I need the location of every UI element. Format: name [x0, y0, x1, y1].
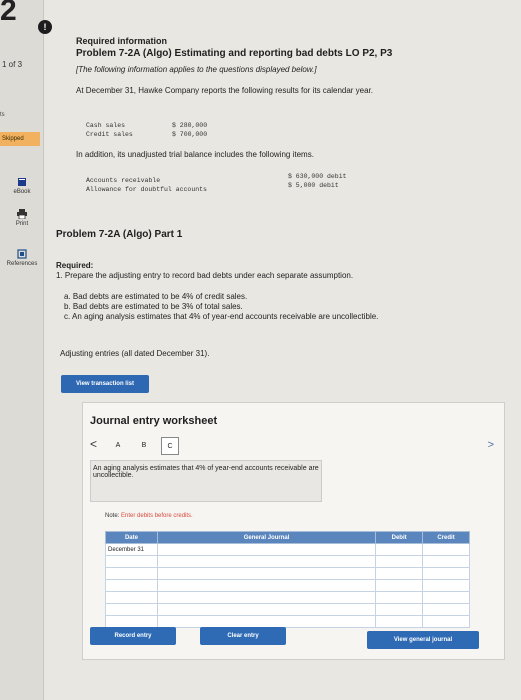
date-cell[interactable]	[105, 603, 158, 616]
note-text: Enter debits before credits.	[121, 513, 193, 519]
tab-c[interactable]: C	[161, 437, 179, 455]
account-cell[interactable]	[156, 579, 377, 592]
list-item: a. Bad debts are estimated to be 4% of c…	[64, 292, 248, 301]
debit-cell[interactable]	[375, 615, 424, 628]
required-information-heading: Required information	[76, 36, 168, 46]
table-row	[105, 615, 470, 628]
tab-a[interactable]: A	[109, 437, 127, 455]
table-row	[105, 555, 470, 568]
column-header-general-journal: General Journal	[156, 531, 377, 544]
debit-cell[interactable]	[375, 555, 424, 568]
trial-balance-value: $ 5,000 debit	[288, 182, 339, 189]
table-row	[105, 567, 470, 580]
worksheet-title: Journal entry worksheet	[90, 415, 218, 427]
date-cell[interactable]	[105, 615, 158, 628]
question-progress: 1 of 3	[2, 60, 23, 69]
sales-value: $ 700,000	[172, 131, 208, 138]
sales-value: $ 280,000	[172, 122, 208, 129]
transaction-description: An aging analysis estimates that 4% of y…	[90, 460, 322, 502]
required-label: Required:	[56, 261, 94, 270]
credit-cell[interactable]	[422, 603, 470, 616]
debit-cell[interactable]	[375, 603, 424, 616]
table-row	[105, 591, 470, 604]
trial-balance-label: Accounts receivable	[86, 177, 161, 184]
intro-text: At December 31, Hawke Company reports th…	[76, 86, 374, 95]
trial-balance-values: $ 630,000 debit $ 5,000 debit	[288, 172, 347, 190]
note-prefix: Note:	[105, 513, 122, 519]
credit-cell[interactable]	[422, 591, 470, 604]
chevron-left-icon[interactable]: <	[90, 437, 97, 451]
points-label: ts	[0, 112, 5, 118]
account-cell[interactable]	[156, 567, 377, 580]
required-text: 1. Prepare the adjusting entry to record…	[56, 271, 354, 280]
debit-cell[interactable]	[375, 579, 424, 592]
journal-table: Date General Journal Debit Credit Decemb…	[105, 531, 470, 628]
credit-cell[interactable]	[422, 555, 470, 568]
tab-b[interactable]: B	[135, 437, 153, 455]
trial-balance-labels: Accounts receivable Allowance for doubtf…	[86, 176, 207, 194]
column-header-credit: Credit	[422, 531, 470, 544]
adjusting-note: Adjusting entries (all dated December 31…	[60, 349, 210, 358]
info-note: [The following information applies to th…	[76, 65, 317, 74]
debit-cell[interactable]	[375, 591, 424, 604]
skipped-badge[interactable]: Skipped	[0, 132, 40, 146]
table-row	[105, 579, 470, 592]
sales-labels: Cash sales Credit sales	[86, 121, 133, 139]
account-cell[interactable]	[156, 603, 377, 616]
view-general-journal-button[interactable]: View general journal	[367, 631, 479, 649]
sales-label: Credit sales	[86, 131, 133, 138]
trial-balance-label: Allowance for doubtful accounts	[86, 186, 207, 193]
sidebar: 2 1 of 3 ts Skipped eBook Print Referenc…	[0, 0, 44, 700]
column-header-debit: Debit	[375, 531, 424, 544]
chevron-right-icon[interactable]: >	[488, 439, 494, 451]
account-cell[interactable]	[156, 615, 377, 628]
date-cell[interactable]	[105, 579, 158, 592]
addition-text: In addition, its unadjusted trial balanc…	[76, 150, 314, 159]
date-cell[interactable]	[105, 567, 158, 580]
credit-cell[interactable]	[422, 579, 470, 592]
assumption-list: a. Bad debts are estimated to be 4% of c…	[64, 292, 378, 322]
references-icon	[17, 249, 27, 259]
sidebar-item-print[interactable]: Print	[0, 209, 44, 227]
sidebar-item-label: Print	[15, 221, 29, 227]
clear-entry-button[interactable]: Clear entry	[200, 627, 286, 645]
print-icon	[17, 209, 27, 219]
sales-label: Cash sales	[86, 122, 126, 129]
credit-cell[interactable]	[422, 567, 470, 580]
date-cell[interactable]	[105, 591, 158, 604]
record-entry-button[interactable]: Record entry	[90, 627, 176, 645]
debit-cell[interactable]	[375, 543, 424, 556]
date-cell[interactable]	[105, 555, 158, 568]
book-icon	[18, 178, 26, 186]
credit-cell[interactable]	[422, 543, 470, 556]
list-item: b. Bad debts are estimated to be 3% of t…	[64, 302, 243, 311]
account-cell[interactable]	[156, 591, 377, 604]
sidebar-item-label: References	[6, 261, 38, 267]
part-title: Problem 7-2A (Algo) Part 1	[56, 229, 183, 240]
trial-balance-value: $ 630,000 debit	[288, 173, 347, 180]
sidebar-item-references[interactable]: References	[0, 249, 44, 267]
table-row	[105, 603, 470, 616]
debit-cell[interactable]	[375, 567, 424, 580]
list-item: c. An aging analysis estimates that 4% o…	[64, 312, 379, 321]
column-header-date: Date	[105, 531, 158, 544]
date-cell[interactable]: December 31	[105, 543, 158, 556]
account-cell[interactable]	[156, 555, 377, 568]
table-row: December 31	[105, 543, 470, 556]
question-number: 2	[0, 0, 17, 27]
sales-values: $ 280,000 $ 700,000	[172, 121, 207, 139]
view-transaction-list-button[interactable]: View transaction list	[61, 375, 149, 393]
problem-title: Problem 7-2A (Algo) Estimating and repor…	[76, 48, 393, 59]
credit-cell[interactable]	[422, 615, 470, 628]
sidebar-item-ebook[interactable]: eBook	[0, 177, 44, 195]
journal-entry-worksheet: Journal entry worksheet < A B C > An agi…	[82, 402, 505, 660]
alert-icon: !	[38, 20, 52, 34]
sidebar-item-label: eBook	[13, 189, 31, 195]
entry-note: Note: Enter debits before credits.	[105, 513, 193, 519]
account-cell[interactable]	[156, 543, 377, 556]
